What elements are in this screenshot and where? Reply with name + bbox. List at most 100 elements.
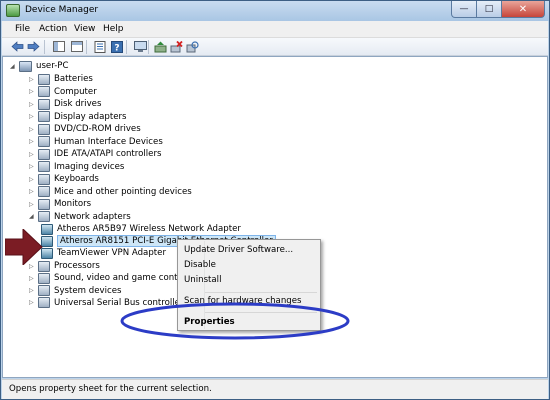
tree-item-label: Human Interface Devices xyxy=(54,136,163,147)
tree-item-label: DVD/CD-ROM drives xyxy=(54,124,141,134)
expand-arrow-icon[interactable]: ▷ xyxy=(29,176,38,183)
device-category-icon xyxy=(38,111,50,122)
menu-bar: File Action View Help xyxy=(2,21,548,38)
device-category-icon xyxy=(38,211,50,222)
properties-icon[interactable] xyxy=(93,40,107,53)
maximize-icon: □ xyxy=(484,4,494,14)
tree-item-label: System devices xyxy=(54,285,122,296)
computer-icon xyxy=(19,60,32,72)
maximize-button[interactable]: □ xyxy=(477,1,502,18)
tree-category-6[interactable]: ▷ IDE ATA/ATAPI controllers xyxy=(29,148,161,160)
expand-arrow-icon[interactable]: ▷ xyxy=(29,188,38,195)
device-category-icon xyxy=(38,123,50,135)
device-manager-window: Device Manager — □ ✕ File Action View He… xyxy=(0,0,550,400)
blue-ellipse-annotation xyxy=(120,302,350,340)
tree-item-label: Batteries xyxy=(54,74,93,84)
device-category-icon xyxy=(38,73,50,85)
display-icon[interactable] xyxy=(133,40,147,53)
toolbar: ? xyxy=(2,38,548,56)
tree-category-8[interactable]: ▷ Keyboards xyxy=(29,173,99,185)
expand-arrow-icon[interactable]: ▷ xyxy=(29,88,38,95)
expand-arrow-icon[interactable]: ▷ xyxy=(29,163,38,170)
window-controls: — □ ✕ xyxy=(451,1,545,18)
toolbar-separator xyxy=(86,40,87,54)
tree-category-5[interactable]: ▷ Human Interface Devices xyxy=(29,136,163,148)
status-text: Opens property sheet for the current sel… xyxy=(9,384,212,394)
ctx-uninstall[interactable]: Uninstall xyxy=(184,275,221,285)
device-category-icon xyxy=(38,161,50,172)
minimize-button[interactable]: — xyxy=(451,1,477,18)
device-category-icon xyxy=(38,148,50,160)
window-title: Device Manager xyxy=(25,5,99,15)
tree-category-2[interactable]: ▷ Disk drives xyxy=(29,98,101,110)
collapse-arrow-icon[interactable]: ◢ xyxy=(29,213,38,220)
network-child-label: TeamViewer VPN Adapter xyxy=(57,248,166,258)
menu-view[interactable]: View xyxy=(74,24,95,34)
tree-category-3[interactable]: ▷ Display adapters xyxy=(29,111,127,123)
tree-category-10[interactable]: ▷ Monitors xyxy=(29,198,91,210)
device-category-icon xyxy=(38,136,50,147)
expand-arrow-icon[interactable]: ▷ xyxy=(29,287,38,294)
tree-item-label: IDE ATA/ATAPI controllers xyxy=(54,149,162,159)
tree-item-label: Monitors xyxy=(54,199,92,209)
svg-text:?: ? xyxy=(114,43,119,53)
collapse-arrow-icon[interactable]: ◢ xyxy=(10,63,19,70)
device-category-icon xyxy=(38,86,50,97)
show-hide-console-tree-icon[interactable] xyxy=(52,40,66,53)
expand-arrow-icon[interactable]: ▷ xyxy=(29,201,38,208)
tree-category-4[interactable]: ▷ DVD/CD-ROM drives xyxy=(29,123,141,135)
help-icon[interactable]: ? xyxy=(110,40,124,53)
tree-item-label: Disk drives xyxy=(54,99,102,109)
menu-action[interactable]: Action xyxy=(39,24,67,34)
menu-file[interactable]: File xyxy=(15,24,30,34)
expand-arrow-icon[interactable]: ▷ xyxy=(29,76,38,83)
red-arrow-annotation xyxy=(5,229,43,265)
tree-item-label: Network adapters xyxy=(54,211,131,222)
close-button[interactable]: ✕ xyxy=(502,1,545,18)
tree-category-1[interactable]: ▷ Computer xyxy=(29,86,97,98)
toolbar-separator xyxy=(126,40,127,54)
device-category-icon xyxy=(38,98,50,110)
scan-hardware-icon[interactable] xyxy=(185,40,199,53)
device-category-icon xyxy=(38,198,50,210)
network-child-label: Atheros AR5B97 Wireless Network Adapter xyxy=(57,224,241,234)
device-category-icon xyxy=(38,186,50,197)
expand-arrow-icon[interactable]: ▷ xyxy=(29,126,38,133)
tree-category-7[interactable]: ▷ Imaging devices xyxy=(29,161,124,173)
uninstall-icon[interactable] xyxy=(169,40,183,53)
tree-category-0[interactable]: ▷ Batteries xyxy=(29,73,93,85)
device-manager-icon xyxy=(6,4,20,17)
tree-root-label: user-PC xyxy=(36,61,69,71)
ctx-update-driver[interactable]: Update Driver Software... xyxy=(184,245,293,255)
expand-arrow-icon[interactable]: ▷ xyxy=(29,275,38,282)
expand-arrow-icon[interactable]: ▷ xyxy=(29,138,38,145)
network-child-wireless[interactable]: Atheros AR5B97 Wireless Network Adapter xyxy=(41,223,241,235)
toolbar-separator xyxy=(148,40,149,54)
device-category-icon xyxy=(38,297,50,309)
network-child-teamviewer[interactable]: TeamViewer VPN Adapter xyxy=(41,247,166,259)
expand-arrow-icon[interactable]: ▷ xyxy=(29,101,38,108)
expand-arrow-icon[interactable]: ▷ xyxy=(29,299,38,306)
update-driver-icon[interactable] xyxy=(153,40,167,53)
back-icon[interactable] xyxy=(10,40,24,53)
tree-category-11[interactable]: ◢ Network adapters xyxy=(29,211,131,223)
tree-item-label: Processors xyxy=(54,261,100,271)
expand-arrow-icon[interactable]: ▷ xyxy=(29,151,38,158)
show-hide-action-pane-icon[interactable] xyxy=(70,40,84,53)
device-category-icon xyxy=(38,285,50,297)
tree-category-after-2[interactable]: ▷ System devices xyxy=(29,285,121,297)
context-menu-separator xyxy=(205,292,317,293)
minimize-icon: — xyxy=(459,4,469,14)
forward-icon[interactable] xyxy=(26,40,40,53)
expand-arrow-icon[interactable]: ▷ xyxy=(29,113,38,120)
device-category-icon xyxy=(38,272,50,284)
title-bar[interactable]: Device Manager — □ ✕ xyxy=(1,1,549,21)
status-bar: Opens property sheet for the current sel… xyxy=(2,379,548,399)
tree-item-label: Keyboards xyxy=(54,174,99,184)
tree-category-9[interactable]: ▷ Mice and other pointing devices xyxy=(29,186,192,198)
tree-root[interactable]: ◢ user-PC xyxy=(10,60,68,72)
ctx-disable[interactable]: Disable xyxy=(184,260,216,270)
tree-item-label: Computer xyxy=(54,86,97,97)
menu-help[interactable]: Help xyxy=(103,24,124,34)
tree-item-label: Mice and other pointing devices xyxy=(54,186,192,197)
